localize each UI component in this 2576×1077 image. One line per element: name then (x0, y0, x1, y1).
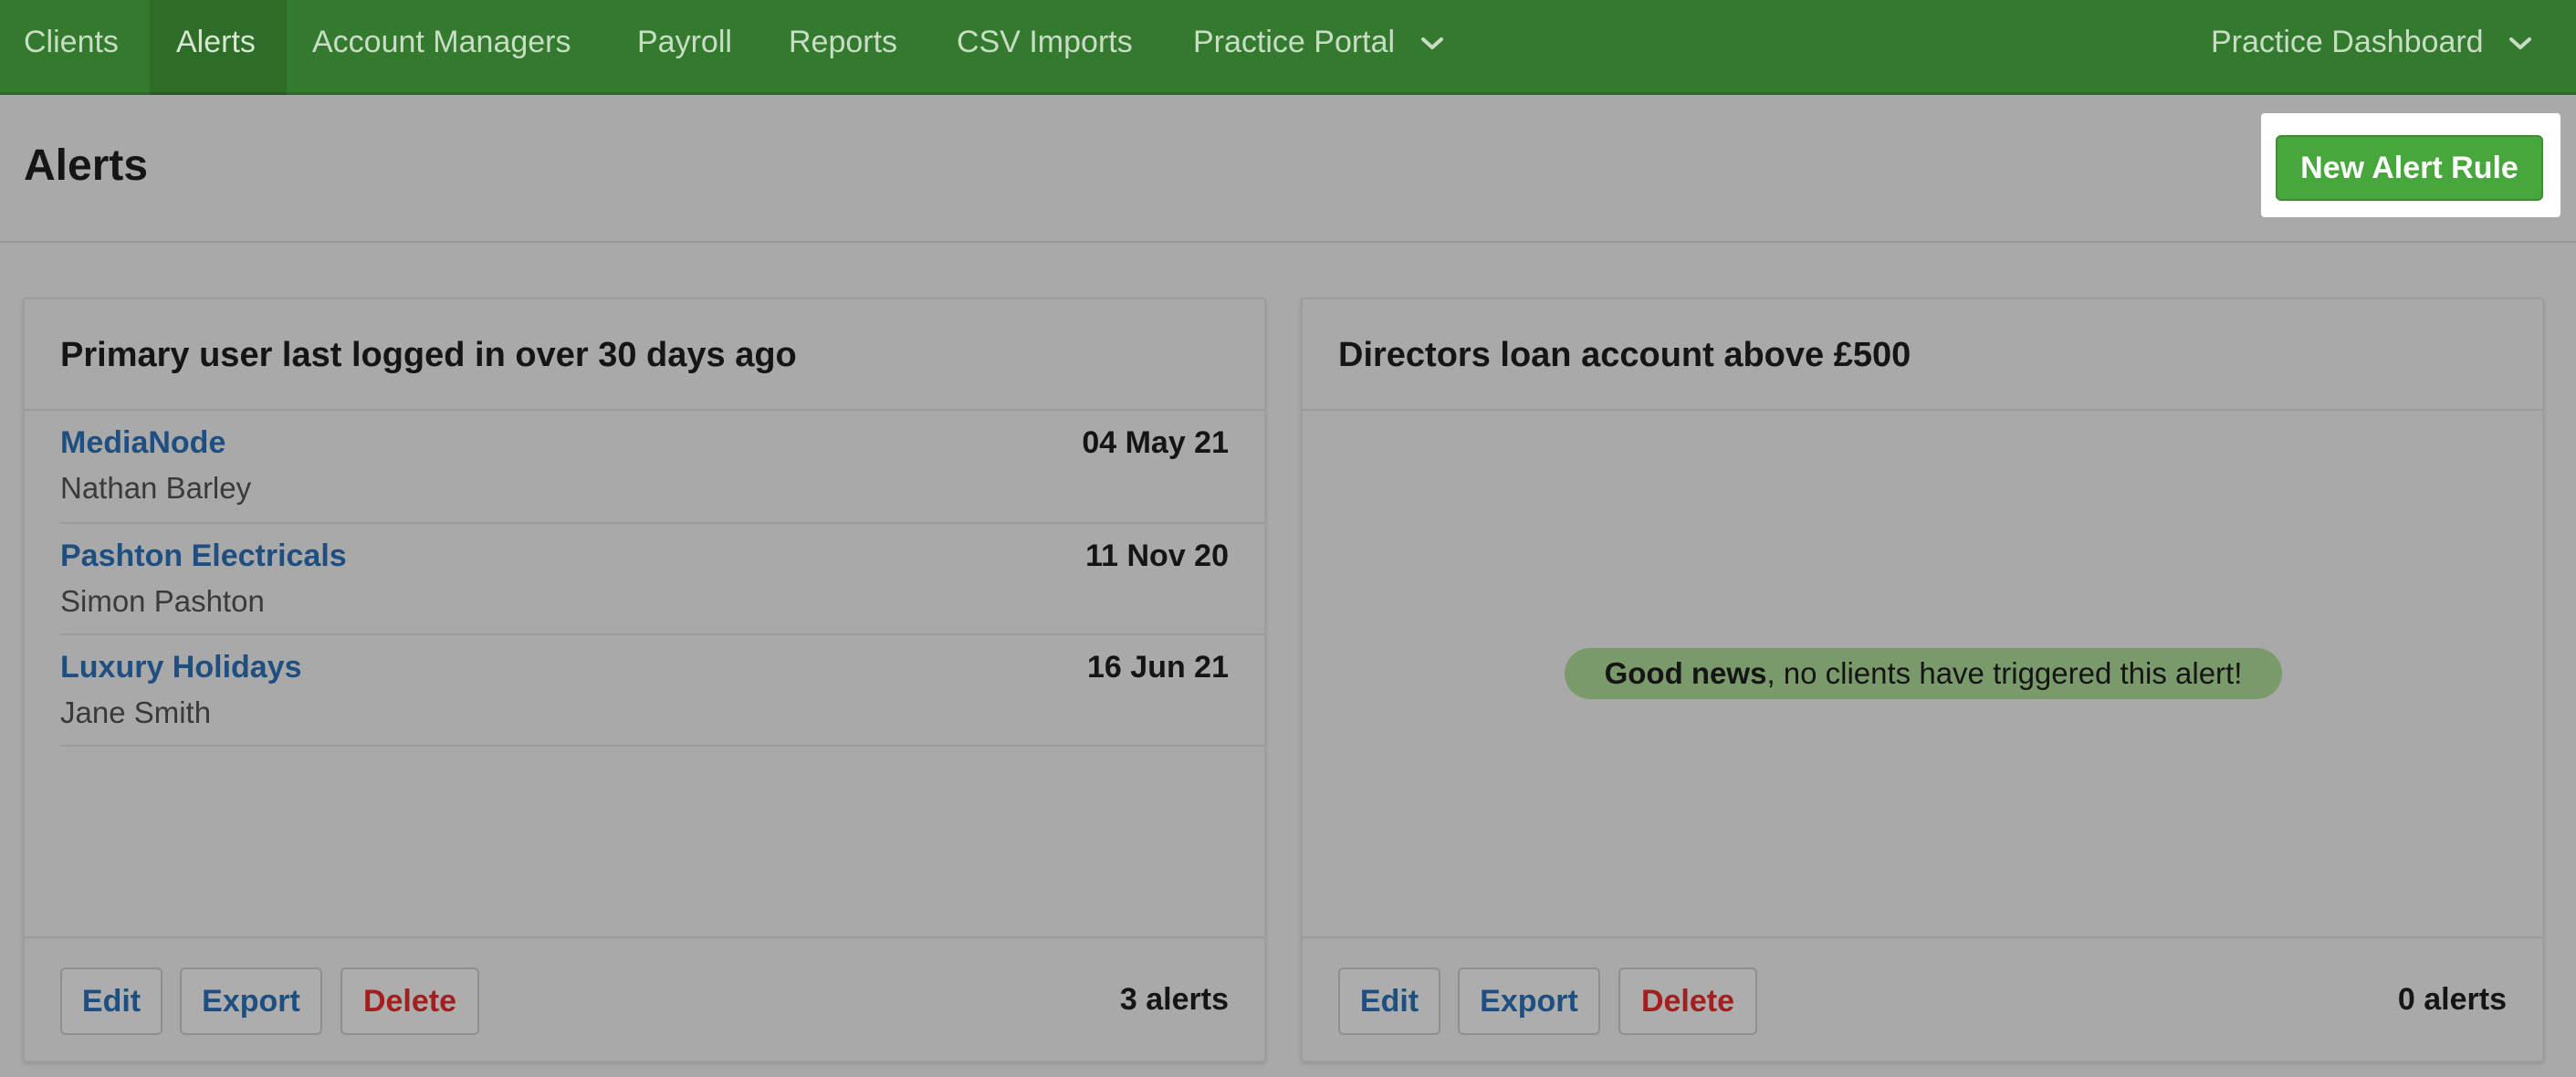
client-link[interactable]: Pashton Electricals (60, 538, 347, 574)
client-link[interactable]: Luxury Holidays (60, 650, 302, 685)
chevron-down-icon (2508, 0, 2532, 83)
page-header: Alerts (0, 95, 2576, 243)
export-button[interactable]: Export (180, 967, 322, 1035)
empty-state-text: , no clients have triggered this alert! (1766, 656, 2243, 690)
export-button[interactable]: Export (1458, 967, 1600, 1035)
edit-button[interactable]: Edit (1338, 967, 1440, 1035)
nav-item-label: Account Managers (312, 25, 571, 59)
last-login-date: 16 Jun 21 (1087, 650, 1229, 685)
panel-divider (1303, 409, 2542, 411)
nav-item-practice-dashboard[interactable]: Practice Dashboard (2211, 0, 2532, 95)
nav-item-label: Payroll (637, 25, 732, 59)
page-title: Alerts (24, 141, 149, 190)
nav-item-alerts[interactable]: Alerts (150, 0, 287, 95)
nav-item-label: Alerts (176, 25, 256, 59)
nav-item-label: CSV Imports (957, 25, 1133, 59)
panel-title: Primary user last logged in over 30 days… (60, 336, 797, 374)
nav-item-label: Practice Portal (1193, 25, 1396, 59)
alert-panel-primary-user: Primary user last logged in over 30 days… (23, 298, 1266, 1062)
client-contact: Nathan Barley (60, 471, 252, 505)
nav-item-reports[interactable]: Reports (789, 0, 897, 95)
nav-item-csv-imports[interactable]: CSV Imports (957, 0, 1133, 95)
list-item: Luxury Holidays Jane Smith 16 Jun 21 (25, 635, 1264, 747)
new-alert-rule-button[interactable]: New Alert Rule (2276, 135, 2543, 201)
empty-state-bold: Good news (1604, 656, 1767, 690)
client-contact: Simon Pashton (60, 584, 265, 618)
panel-title: Directors loan account above £500 (1338, 336, 1911, 374)
delete-button[interactable]: Delete (1618, 967, 1757, 1035)
delete-button[interactable]: Delete (340, 967, 479, 1035)
nav-item-label: Practice Dashboard (2211, 25, 2484, 59)
alert-count: 3 alerts (1119, 982, 1229, 1017)
nav-item-label: Reports (789, 25, 898, 59)
nav-item-practice-portal[interactable]: Practice Portal (1193, 0, 1444, 95)
nav-item-label: Clients (24, 25, 119, 59)
nav-item-payroll[interactable]: Payroll (637, 0, 732, 95)
list-item: Pashton Electricals Simon Pashton 11 Nov… (25, 524, 1264, 635)
nav-item-account-managers[interactable]: Account Managers (312, 0, 571, 95)
client-contact: Jane Smith (60, 695, 212, 729)
last-login-date: 04 May 21 (1082, 425, 1229, 460)
alert-panel-directors-loan: Directors loan account above £500 Good n… (1301, 298, 2544, 1062)
panel-footer-divider (1303, 936, 2542, 938)
last-login-date: 11 Nov 20 (1085, 538, 1229, 573)
chevron-down-icon (1420, 0, 1444, 83)
panel-footer-divider (25, 936, 1264, 938)
top-nav: Clients Alerts Account Managers Payroll … (0, 0, 2576, 95)
list-item: MediaNode Nathan Barley 04 May 21 (25, 411, 1264, 522)
empty-state-badge: Good news, no clients have triggered thi… (1565, 648, 2282, 699)
client-link[interactable]: MediaNode (60, 425, 225, 461)
nav-item-clients[interactable]: Clients (24, 0, 119, 95)
alert-count: 0 alerts (2397, 982, 2507, 1017)
row-divider (60, 745, 1264, 747)
edit-button[interactable]: Edit (60, 967, 162, 1035)
